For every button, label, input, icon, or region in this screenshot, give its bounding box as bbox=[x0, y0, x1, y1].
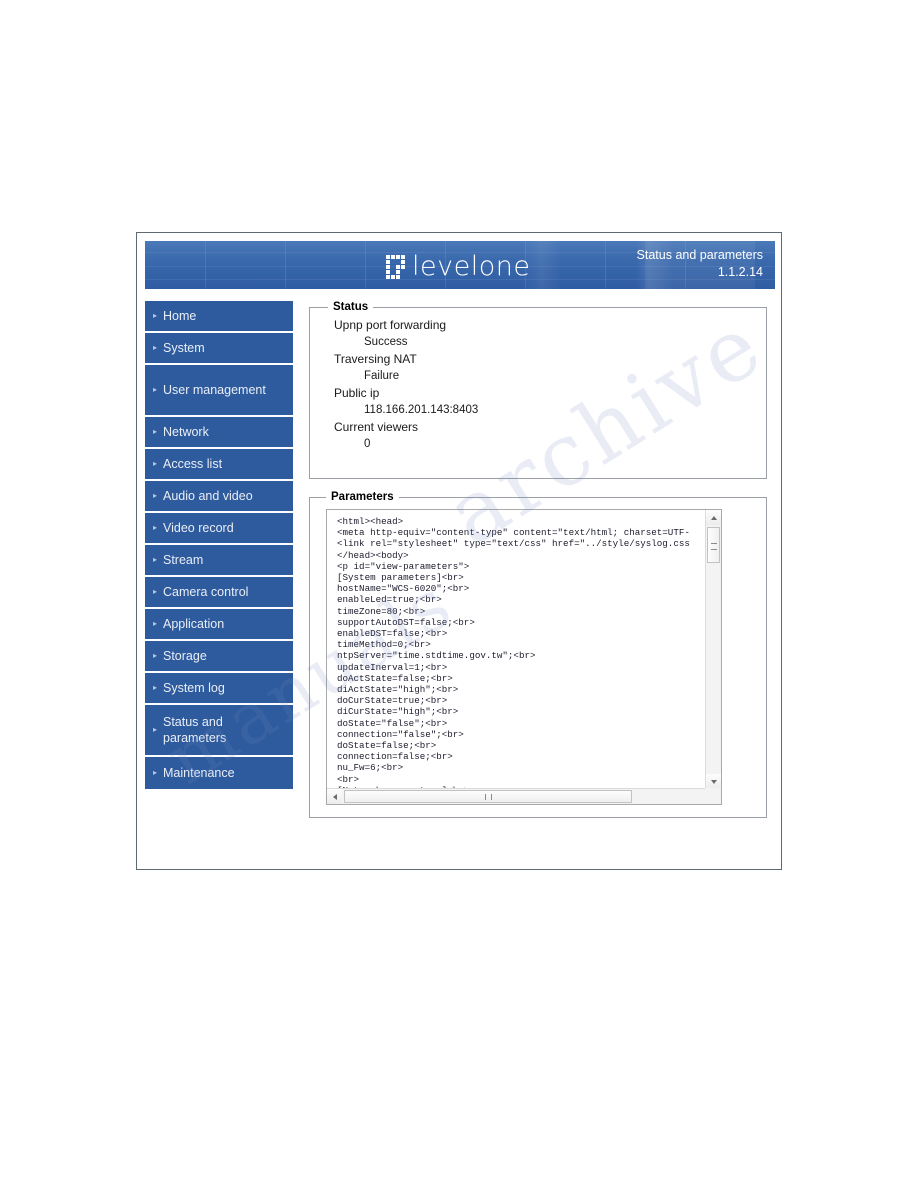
brand-name: levelone bbox=[412, 251, 531, 282]
sidebar-item-label: System bbox=[163, 341, 205, 355]
device-web-ui-frame: levelone Status and parameters 1.1.2.14 … bbox=[136, 232, 782, 870]
banner-grid-line bbox=[285, 241, 286, 289]
status-panel-legend: Status bbox=[333, 301, 369, 313]
sidebar-navigation: ▸ Home ▸ System ▸ User management ▸ Netw… bbox=[145, 301, 293, 789]
parameters-textarea[interactable]: <html><head> <meta http-equiv="content-t… bbox=[326, 509, 722, 805]
sidebar-item-maintenance[interactable]: ▸ Maintenance bbox=[145, 757, 293, 789]
levelone-logo-icon bbox=[386, 254, 405, 279]
page-title: Status and parameters bbox=[636, 248, 763, 262]
sidebar-item-label: Access list bbox=[163, 457, 223, 471]
chevron-right-icon: ▸ bbox=[153, 725, 158, 734]
sidebar-item-label: Network bbox=[163, 425, 209, 439]
status-value-public-ip: 118.166.201.143:8403 bbox=[364, 404, 479, 416]
banner-grid-line bbox=[605, 241, 606, 289]
parameters-vertical-scrollbar[interactable] bbox=[705, 510, 721, 789]
page-header-banner: levelone Status and parameters 1.1.2.14 bbox=[145, 241, 775, 289]
sidebar-item-label: Status and parameters bbox=[163, 715, 227, 745]
chevron-right-icon: ▸ bbox=[153, 523, 158, 532]
parameters-panel: Parameters <html><head> <meta http-equiv… bbox=[309, 491, 767, 818]
sidebar-item-label: Maintenance bbox=[163, 766, 235, 780]
scroll-up-arrow-icon[interactable] bbox=[706, 510, 721, 525]
triangle-left-glyph bbox=[332, 793, 337, 800]
parameters-horizontal-scrollbar[interactable] bbox=[327, 788, 721, 804]
banner-grid-line bbox=[365, 241, 366, 289]
sidebar-item-label: User management bbox=[163, 383, 266, 397]
triangle-down-glyph bbox=[710, 779, 717, 784]
firmware-version: 1.1.2.14 bbox=[717, 265, 763, 279]
status-panel: Status Upnp port forwarding Success Trav… bbox=[309, 301, 767, 479]
scroll-left-arrow-icon[interactable] bbox=[327, 789, 342, 804]
sidebar-item-label: Application bbox=[163, 617, 225, 631]
page-title-block: Status and parameters 1.1.2.14 bbox=[637, 247, 763, 280]
chevron-right-icon: ▸ bbox=[153, 651, 158, 660]
status-label-public-ip: Public ip bbox=[334, 386, 380, 400]
chevron-right-icon: ▸ bbox=[153, 683, 158, 692]
status-label-upnp-port-forwarding: Upnp port forwarding bbox=[334, 318, 447, 332]
sidebar-item-application[interactable]: ▸ Application bbox=[145, 609, 293, 641]
sidebar-item-stream[interactable]: ▸ Stream bbox=[145, 545, 293, 577]
status-label-traversing-nat: Traversing NAT bbox=[334, 352, 417, 366]
sidebar-item-label: Home bbox=[163, 309, 197, 323]
sidebar-item-label: Camera control bbox=[163, 585, 249, 599]
chevron-right-icon: ▸ bbox=[153, 311, 158, 320]
status-value-upnp-port-forwarding: Success bbox=[364, 336, 408, 348]
sidebar-item-label: Storage bbox=[163, 649, 207, 663]
sidebar-item-system[interactable]: ▸ System bbox=[145, 333, 293, 365]
scroll-down-arrow-icon[interactable] bbox=[706, 774, 721, 789]
sidebar-item-status-and-parameters[interactable]: ▸ Status and parameters bbox=[145, 705, 293, 757]
sidebar-item-label: Stream bbox=[163, 553, 204, 567]
main-content: Status Upnp port forwarding Success Trav… bbox=[309, 301, 767, 818]
sidebar-item-storage[interactable]: ▸ Storage bbox=[145, 641, 293, 673]
scrollbar-grip-icon bbox=[485, 794, 492, 800]
sidebar-item-video-record[interactable]: ▸ Video record bbox=[145, 513, 293, 545]
chevron-right-icon: ▸ bbox=[153, 385, 158, 394]
sidebar-item-audio-and-video[interactable]: ▸ Audio and video bbox=[145, 481, 293, 513]
chevron-right-icon: ▸ bbox=[153, 619, 158, 628]
sidebar-item-label: System log bbox=[163, 681, 225, 695]
parameters-text-content: <html><head> <meta http-equiv="content-t… bbox=[337, 516, 690, 804]
sidebar-item-network[interactable]: ▸ Network bbox=[145, 417, 293, 449]
sidebar-item-user-management[interactable]: ▸ User management bbox=[145, 365, 293, 417]
vertical-scrollbar-thumb[interactable] bbox=[707, 527, 720, 563]
brand-logo: levelone bbox=[386, 253, 530, 280]
sidebar-item-home[interactable]: ▸ Home bbox=[145, 301, 293, 333]
status-value-current-viewers: 0 bbox=[364, 438, 371, 450]
scrollbar-corner bbox=[705, 788, 721, 804]
chevron-right-icon: ▸ bbox=[153, 491, 158, 500]
sidebar-item-label: Audio and video bbox=[163, 489, 253, 503]
sidebar-item-access-list[interactable]: ▸ Access list bbox=[145, 449, 293, 481]
chevron-right-icon: ▸ bbox=[153, 343, 158, 352]
chevron-right-icon: ▸ bbox=[153, 768, 158, 777]
sidebar-item-label: Video record bbox=[163, 521, 234, 535]
parameters-panel-legend: Parameters bbox=[331, 491, 394, 503]
chevron-right-icon: ▸ bbox=[153, 459, 158, 468]
status-value-traversing-nat: Failure bbox=[364, 370, 400, 382]
sidebar-item-camera-control[interactable]: ▸ Camera control bbox=[145, 577, 293, 609]
scrollbar-grip-icon bbox=[711, 543, 717, 550]
sidebar-item-system-log[interactable]: ▸ System log bbox=[145, 673, 293, 705]
banner-grid-line bbox=[205, 241, 206, 289]
horizontal-scrollbar-thumb[interactable] bbox=[344, 790, 632, 803]
chevron-right-icon: ▸ bbox=[153, 427, 158, 436]
triangle-up-glyph bbox=[710, 515, 717, 520]
chevron-right-icon: ▸ bbox=[153, 587, 158, 596]
status-label-current-viewers: Current viewers bbox=[334, 420, 419, 434]
chevron-right-icon: ▸ bbox=[153, 555, 158, 564]
